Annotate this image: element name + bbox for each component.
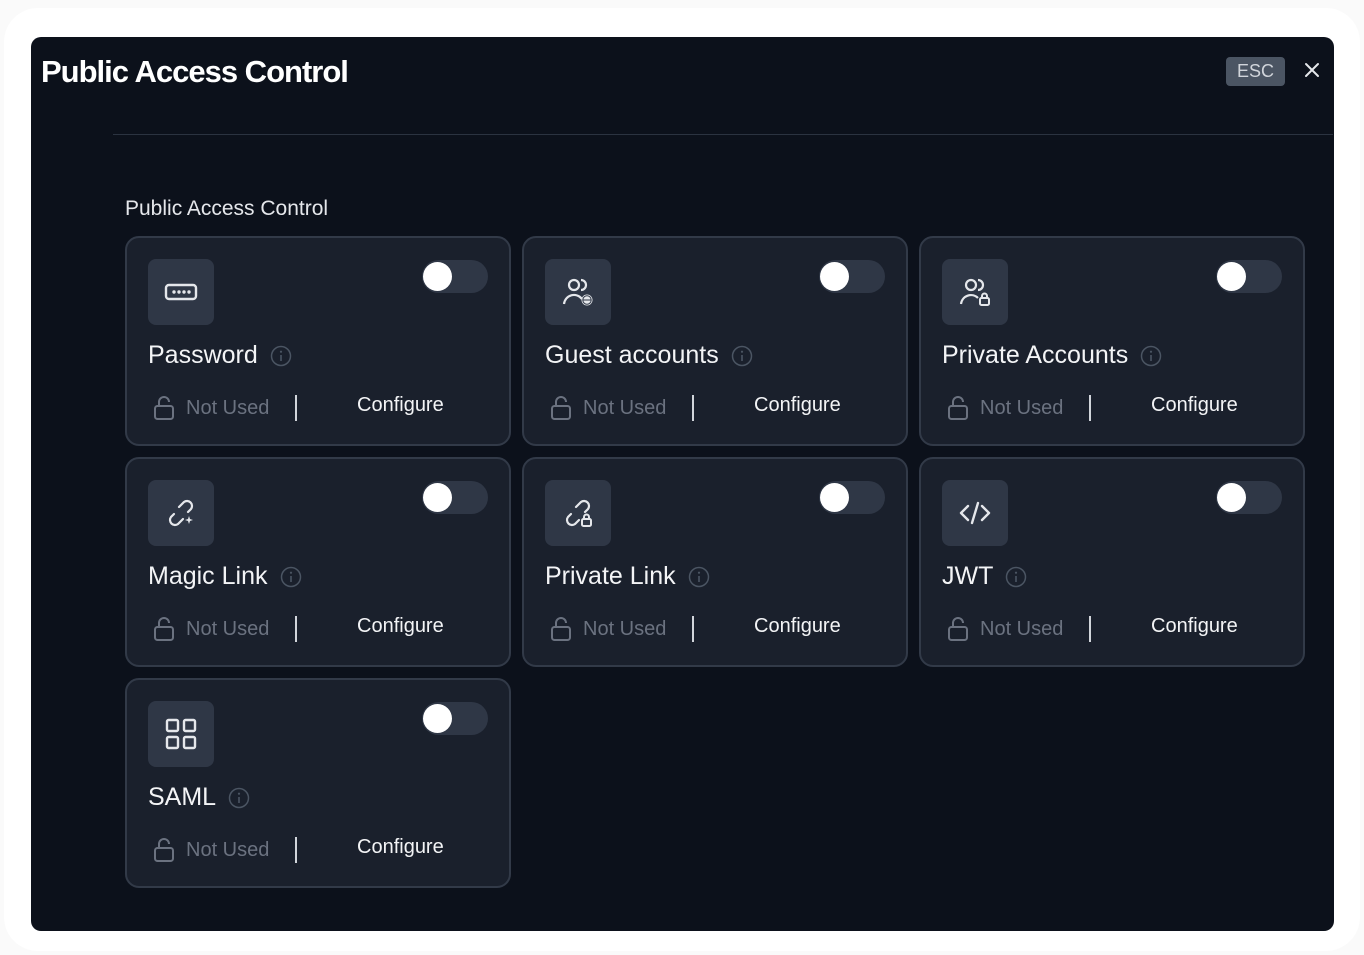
card-private-link: Private Link Not Used Configure xyxy=(522,457,908,667)
card-title: JWT xyxy=(942,562,994,590)
close-icon xyxy=(1305,63,1319,77)
configure-button[interactable]: Configure xyxy=(357,615,444,638)
status-row: Not Used xyxy=(549,394,695,422)
card-title: Guest accounts xyxy=(545,341,719,369)
card-guest-accounts: Guest accounts Not Used Configure xyxy=(522,236,908,446)
toggle-knob xyxy=(423,262,452,291)
configure-button[interactable]: Configure xyxy=(1151,394,1238,417)
status-text: Not Used xyxy=(186,617,270,640)
password-toggle[interactable] xyxy=(422,260,488,293)
guest-accounts-toggle[interactable] xyxy=(819,260,885,293)
configure-button[interactable]: Configure xyxy=(357,394,444,417)
grid-icon xyxy=(165,718,197,750)
header-divider xyxy=(113,134,1333,135)
card-jwt: JWT Not Used Configure xyxy=(919,457,1305,667)
card-icon-box xyxy=(148,259,214,325)
status-row: Not Used xyxy=(152,836,298,864)
status-separator xyxy=(295,837,298,863)
card-magic-link: Magic Link Not Used Configure xyxy=(125,457,511,667)
link-sparkle-icon xyxy=(168,499,194,527)
toggle-knob xyxy=(423,704,452,733)
status-text: Not Used xyxy=(186,838,270,861)
close-button[interactable] xyxy=(1301,59,1323,81)
card-title: SAML xyxy=(148,783,217,811)
status-text: Not Used xyxy=(583,617,667,640)
configure-button[interactable]: Configure xyxy=(1151,615,1238,638)
status-separator xyxy=(692,395,695,421)
section-label: Public Access Control xyxy=(125,197,329,220)
card-password: Password Not Used Configure xyxy=(125,236,511,446)
user-lock-icon xyxy=(959,278,990,306)
status-row: Not Used xyxy=(152,394,298,422)
info-icon[interactable] xyxy=(1140,345,1162,367)
info-icon[interactable] xyxy=(731,345,753,367)
public-access-control-modal: Public Access Control ESC Public Access … xyxy=(31,37,1334,931)
card-private-accounts: Private Accounts Not Used Configure xyxy=(919,236,1305,446)
toggle-knob xyxy=(820,262,849,291)
status-text: Not Used xyxy=(980,396,1064,419)
modal-title: Public Access Control xyxy=(41,54,349,89)
info-icon[interactable] xyxy=(280,566,302,588)
status-separator xyxy=(692,616,695,642)
card-title: Private Link xyxy=(545,562,676,590)
info-icon[interactable] xyxy=(270,345,292,367)
status-row: Not Used xyxy=(946,615,1092,643)
card-icon-box xyxy=(148,701,214,767)
esc-badge[interactable]: ESC xyxy=(1226,57,1285,86)
card-icon-box xyxy=(942,480,1008,546)
card-title: Password xyxy=(148,341,258,369)
link-lock-icon xyxy=(565,499,592,527)
toggle-knob xyxy=(1217,483,1246,512)
card-title: Magic Link xyxy=(148,562,268,590)
status-row: Not Used xyxy=(549,615,695,643)
status-text: Not Used xyxy=(583,396,667,419)
status-separator xyxy=(295,395,298,421)
unlock-icon xyxy=(154,838,174,862)
card-icon-box xyxy=(942,259,1008,325)
toggle-knob xyxy=(820,483,849,512)
unlock-icon xyxy=(154,396,174,420)
card-saml: SAML Not Used Configure xyxy=(125,678,511,888)
status-separator xyxy=(1089,395,1092,421)
unlock-icon xyxy=(551,396,571,420)
jwt-toggle[interactable] xyxy=(1216,481,1282,514)
status-separator xyxy=(1089,616,1092,642)
saml-toggle[interactable] xyxy=(422,702,488,735)
info-icon[interactable] xyxy=(688,566,710,588)
magic-link-toggle[interactable] xyxy=(422,481,488,514)
status-separator xyxy=(295,616,298,642)
card-icon-box xyxy=(545,480,611,546)
info-icon[interactable] xyxy=(1005,566,1027,588)
unlock-icon xyxy=(154,617,174,641)
user-globe-icon xyxy=(562,278,593,306)
status-row: Not Used xyxy=(946,394,1092,422)
configure-button[interactable]: Configure xyxy=(754,394,841,417)
card-icon-box xyxy=(148,480,214,546)
card-icon-box xyxy=(545,259,611,325)
password-icon xyxy=(164,283,198,301)
code-icon xyxy=(959,501,991,525)
unlock-icon xyxy=(948,617,968,641)
configure-button[interactable]: Configure xyxy=(754,615,841,638)
toggle-knob xyxy=(423,483,452,512)
unlock-icon xyxy=(551,617,571,641)
private-link-toggle[interactable] xyxy=(819,481,885,514)
toggle-knob xyxy=(1217,262,1246,291)
card-title: Private Accounts xyxy=(942,341,1129,369)
status-row: Not Used xyxy=(152,615,298,643)
private-accounts-toggle[interactable] xyxy=(1216,260,1282,293)
status-text: Not Used xyxy=(186,396,270,419)
status-text: Not Used xyxy=(980,617,1064,640)
info-icon[interactable] xyxy=(228,787,250,809)
configure-button[interactable]: Configure xyxy=(357,836,444,859)
unlock-icon xyxy=(948,396,968,420)
